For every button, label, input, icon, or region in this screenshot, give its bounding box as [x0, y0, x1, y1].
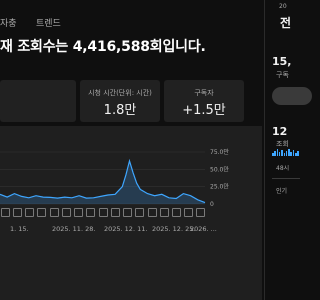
event-marker[interactable]	[50, 208, 59, 217]
event-marker[interactable]	[25, 208, 34, 217]
stat-value-subscribers: +1.5만	[182, 103, 226, 118]
event-marker[interactable]	[111, 208, 120, 217]
tab-content[interactable]: 자충	[0, 16, 17, 29]
realtime-title: 전	[280, 16, 292, 30]
y-tick-label: 25.0만	[210, 183, 229, 191]
mini-bar	[285, 151, 288, 156]
stat-card-watch-time[interactable]: 시청 시간(단위: 시간) 1.8만	[80, 80, 160, 122]
mini-bar	[278, 152, 281, 156]
event-marker[interactable]	[86, 208, 95, 217]
mini-bar	[292, 150, 295, 156]
mini-bar	[288, 149, 290, 156]
realtime-top-label: 20	[279, 3, 287, 10]
event-marker[interactable]	[135, 208, 144, 217]
y-tick-label: 0	[210, 201, 214, 208]
event-marker[interactable]	[37, 208, 46, 217]
mini-bar	[295, 153, 297, 156]
y-tick-label: 50.0만	[210, 165, 229, 173]
realtime-bottom-label: 인기	[276, 188, 288, 195]
event-marker[interactable]	[62, 208, 71, 217]
realtime-count: 15,	[272, 55, 292, 68]
mini-bar	[297, 151, 299, 156]
x-tick-label: 2025. 12. 11.	[104, 225, 147, 233]
stat-label-watch-time: 시청 시간(단위: 시간)	[88, 89, 152, 97]
stat-value-watch-time: 1.8만	[103, 103, 137, 118]
mini-bar	[276, 149, 279, 156]
event-marker[interactable]	[148, 208, 157, 217]
mini-bar	[281, 150, 283, 156]
event-marker[interactable]	[160, 208, 169, 217]
mini-bar	[290, 152, 292, 156]
realtime-count2: 12	[272, 125, 288, 138]
event-marker[interactable]	[1, 208, 10, 217]
event-marker[interactable]	[184, 208, 193, 217]
event-marker[interactable]	[196, 208, 205, 217]
mini-bar	[272, 153, 274, 156]
stat-card-views[interactable]	[0, 80, 76, 122]
x-tick-label: 2025. 12. 25.	[152, 225, 195, 233]
event-marker[interactable]	[74, 208, 83, 217]
x-tick-label: 2026. ...	[190, 225, 217, 233]
stat-label-subscribers: 구독자	[194, 89, 214, 97]
event-marker[interactable]	[99, 208, 108, 217]
panel-divider	[264, 0, 265, 300]
series-line[interactable]	[0, 158, 206, 204]
y-tick-label: 75.0만	[210, 148, 229, 156]
tab-trends[interactable]: 트렌드	[36, 16, 61, 29]
realtime-divider	[272, 178, 300, 179]
views-headline: 재 조회수는 4,416,588회입니다.	[0, 39, 206, 55]
realtime-button[interactable]	[272, 87, 312, 105]
realtime-count3-label: 48시	[276, 165, 290, 172]
x-tick-label: 1. 15.	[10, 225, 29, 233]
event-marker[interactable]	[123, 208, 132, 217]
x-tick-label: 2025. 11. 28.	[52, 225, 95, 233]
stat-card-subscribers[interactable]: 구독자 +1.5만	[164, 80, 244, 122]
event-marker[interactable]	[13, 208, 22, 217]
mini-bar	[274, 151, 276, 156]
event-marker[interactable]	[172, 208, 181, 217]
realtime-count-label: 구독	[276, 71, 289, 79]
mini-bar	[283, 153, 285, 156]
realtime-mini-bars	[272, 148, 300, 156]
